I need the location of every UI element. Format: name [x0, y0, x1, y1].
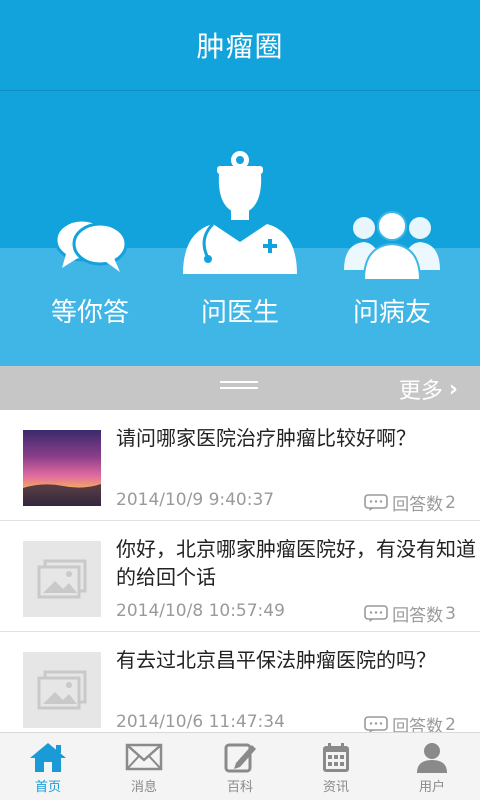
answer-number: 2: [445, 714, 456, 733]
answer-label: 回答数: [392, 606, 444, 626]
more-button[interactable]: 更多 ›: [399, 373, 458, 405]
question-title: 请问哪家医院治疗肿瘤比较好啊？: [116, 426, 416, 450]
tab-label: 首页: [34, 780, 61, 795]
answer-count: 回答数 3: [364, 601, 456, 626]
feature-label: 问病友: [352, 298, 431, 328]
feature-wait-answer[interactable]: 等你答: [10, 90, 170, 366]
tab-label: 消息: [130, 780, 157, 795]
tab-encyclopedia[interactable]: 百科: [192, 733, 288, 800]
question-title: 有去过北京昌平保法肿瘤医院的吗？: [116, 648, 436, 672]
answer-number: 3: [445, 603, 456, 624]
sunset-photo: [23, 430, 101, 506]
feature-label: 问医生: [200, 298, 279, 328]
image-placeholder-icon: [23, 541, 101, 617]
bottom-tab-bar: 首页 消息 百科 资讯 用户: [0, 732, 480, 800]
tab-label: 百科: [226, 780, 253, 795]
feature-ask-doctor[interactable]: 问医生: [160, 90, 320, 366]
image-placeholder-icon: [23, 652, 101, 728]
question-list: 请问哪家医院治疗肿瘤比较好啊？ 2014/10/9 9:40:37 回答数 2 …: [0, 410, 480, 732]
feature-label: 等你答: [50, 298, 129, 328]
user-icon: [417, 743, 447, 773]
tab-user[interactable]: 用户: [384, 733, 480, 800]
comment-icon: [364, 604, 388, 622]
answer-label: 回答数: [392, 717, 444, 732]
tab-news[interactable]: 资讯: [288, 733, 384, 800]
answer-number: 2: [445, 492, 456, 513]
mail-icon: [125, 743, 163, 771]
question-time: 2014/10/6 11:47:34: [116, 712, 285, 732]
tab-home[interactable]: 首页: [0, 733, 96, 800]
question-time: 2014/10/8 10:57:49: [116, 601, 285, 621]
tab-label: 资讯: [322, 780, 349, 795]
comment-icon: [364, 715, 388, 732]
more-bar: 更多 ›: [0, 366, 480, 410]
chat-bubbles-icon: [54, 218, 128, 272]
tab-label: 用户: [418, 780, 445, 795]
edit-icon: [224, 743, 256, 773]
title-bar: 肿瘤圈: [0, 0, 480, 90]
question-time: 2014/10/9 9:40:37: [116, 490, 275, 510]
list-item[interactable]: 你好，北京哪家肿瘤医院好，有没有知道的给回个话 2014/10/8 10:57:…: [0, 521, 480, 632]
group-icon: [344, 211, 440, 280]
page-title: 肿瘤圈: [196, 30, 284, 63]
question-title: 你好，北京哪家肿瘤医院好，有没有知道的给回个话: [116, 537, 476, 589]
doctor-icon: [183, 151, 297, 274]
drag-handle-icon[interactable]: [220, 381, 258, 395]
answer-count: 回答数 2: [364, 712, 456, 732]
home-icon: [30, 743, 66, 772]
list-item[interactable]: 请问哪家医院治疗肿瘤比较好啊？ 2014/10/9 9:40:37 回答数 2: [0, 410, 480, 521]
comment-icon: [364, 493, 388, 511]
tab-messages[interactable]: 消息: [96, 733, 192, 800]
answer-label: 回答数: [392, 495, 444, 515]
feature-panel: 等你答 问医生 问病友: [0, 90, 480, 366]
chevron-right-icon: ›: [448, 376, 458, 402]
more-label: 更多: [398, 379, 443, 404]
answer-count: 回答数 2: [364, 490, 456, 515]
feature-ask-patients[interactable]: 问病友: [312, 90, 472, 366]
list-item[interactable]: 有去过北京昌平保法肿瘤医院的吗？ 2014/10/6 11:47:34 回答数 …: [0, 632, 480, 732]
calendar-icon: [323, 743, 349, 772]
